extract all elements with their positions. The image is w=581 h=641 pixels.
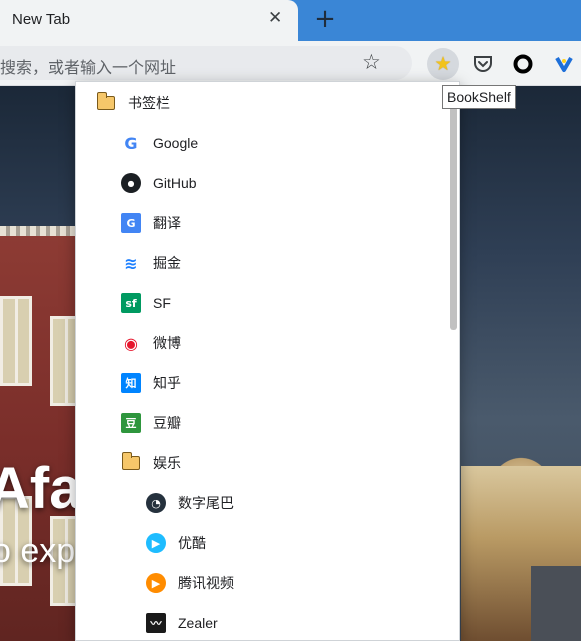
bookmark-label: SF bbox=[153, 295, 171, 311]
bookmark-item[interactable]: G 翻译 bbox=[121, 203, 181, 243]
bookmark-item[interactable]: sf SF bbox=[121, 283, 171, 323]
bookmark-label: 翻译 bbox=[153, 215, 181, 231]
bookmark-item[interactable]: 知知乎 bbox=[121, 363, 181, 403]
bookmark-label: 数字尾巴 bbox=[178, 495, 234, 511]
extension-tooltip: BookShelf bbox=[442, 85, 516, 109]
bookmark-folder-entertainment[interactable]: 娱乐 bbox=[121, 443, 181, 483]
hero-subtitle: o exp bbox=[0, 532, 76, 570]
v-extension-button[interactable] bbox=[548, 48, 580, 80]
bookmarks-popup: 书签栏 G Google ● GitHub G 翻译 ≋ 掘金 sf SF ◉ 微博知知乎豆豆瓣 娱乐… bbox=[75, 81, 460, 641]
bookmark-label: GitHub bbox=[153, 175, 197, 191]
folder-icon bbox=[121, 452, 141, 473]
translate-icon: G bbox=[121, 213, 141, 233]
tab-title: New Tab bbox=[12, 11, 71, 28]
bookmark-label: Zealer bbox=[178, 615, 218, 631]
google-icon: G bbox=[124, 133, 138, 153]
new-tab-button[interactable]: + bbox=[312, 5, 338, 33]
bookmark-item[interactable]: ≋ 掘金 bbox=[121, 243, 181, 283]
bookmark-label: 优酷 bbox=[178, 535, 206, 551]
bookmark-label: 微博 bbox=[153, 335, 181, 351]
tab-new-tab[interactable]: New Tab ✕ bbox=[0, 0, 298, 41]
folder-label: 书签栏 bbox=[128, 95, 170, 111]
zhihu-icon: 知 bbox=[121, 373, 141, 393]
youku-icon: ▶ bbox=[146, 533, 166, 553]
weibo-icon: ◉ bbox=[124, 333, 138, 353]
building-right-dark bbox=[531, 566, 581, 641]
tencent-video-icon: ▶ bbox=[146, 573, 166, 593]
bookmark-label: 知乎 bbox=[153, 375, 181, 391]
bookmark-folder-root[interactable]: 书签栏 bbox=[96, 83, 170, 123]
bookmark-item[interactable]: ▶ 腾讯视频 bbox=[146, 563, 234, 603]
dgtle-icon: ◔ bbox=[146, 493, 166, 513]
bookmark-item[interactable]: ● GitHub bbox=[121, 163, 197, 203]
address-bar-placeholder: 搜索，或者输入一个网址 bbox=[0, 58, 177, 77]
github-icon: ● bbox=[121, 173, 141, 193]
v-icon bbox=[555, 56, 573, 72]
hero-title: Afa bbox=[0, 456, 82, 521]
sf-icon: sf bbox=[121, 293, 141, 313]
bookmark-item[interactable]: ◉ 微博 bbox=[121, 323, 181, 363]
bookmark-item[interactable]: 〰 Zealer bbox=[146, 603, 218, 641]
bookmark-label: Google bbox=[153, 135, 199, 151]
popup-scrollbar[interactable] bbox=[450, 90, 457, 330]
juejin-icon: ≋ bbox=[124, 253, 138, 273]
bookmark-item[interactable]: ◔ 数字尾巴 bbox=[146, 483, 234, 523]
tab-strip: New Tab ✕ + bbox=[0, 0, 581, 41]
douban-icon: 豆 bbox=[121, 413, 141, 433]
bookshelf-extension-button[interactable]: ★ bbox=[427, 48, 459, 80]
toolbar: 搜索，或者输入一个网址 ☆ ★ bbox=[0, 41, 581, 86]
circle-extension-button[interactable] bbox=[507, 48, 539, 80]
bookmark-star-icon[interactable]: ☆ bbox=[362, 50, 381, 74]
close-icon[interactable]: ✕ bbox=[268, 8, 286, 30]
bookmark-item[interactable]: ▶ 优酷 bbox=[146, 523, 206, 563]
bookmark-item[interactable]: G Google bbox=[121, 123, 198, 163]
pocket-icon bbox=[474, 56, 492, 72]
folder-icon bbox=[96, 92, 116, 113]
folder-label: 娱乐 bbox=[153, 455, 181, 471]
bookmark-label: 腾讯视频 bbox=[178, 575, 234, 591]
pocket-extension-button[interactable] bbox=[467, 48, 499, 80]
bookmark-item[interactable]: 豆豆瓣 bbox=[121, 403, 181, 443]
bookmark-label: 豆瓣 bbox=[153, 415, 181, 431]
circle-icon bbox=[513, 54, 533, 74]
zealer-icon: 〰 bbox=[146, 613, 166, 633]
bookshelf-icon: ★ bbox=[434, 53, 452, 75]
bookmark-label: 掘金 bbox=[153, 255, 181, 271]
address-bar[interactable]: 搜索，或者输入一个网址 ☆ bbox=[0, 46, 412, 80]
